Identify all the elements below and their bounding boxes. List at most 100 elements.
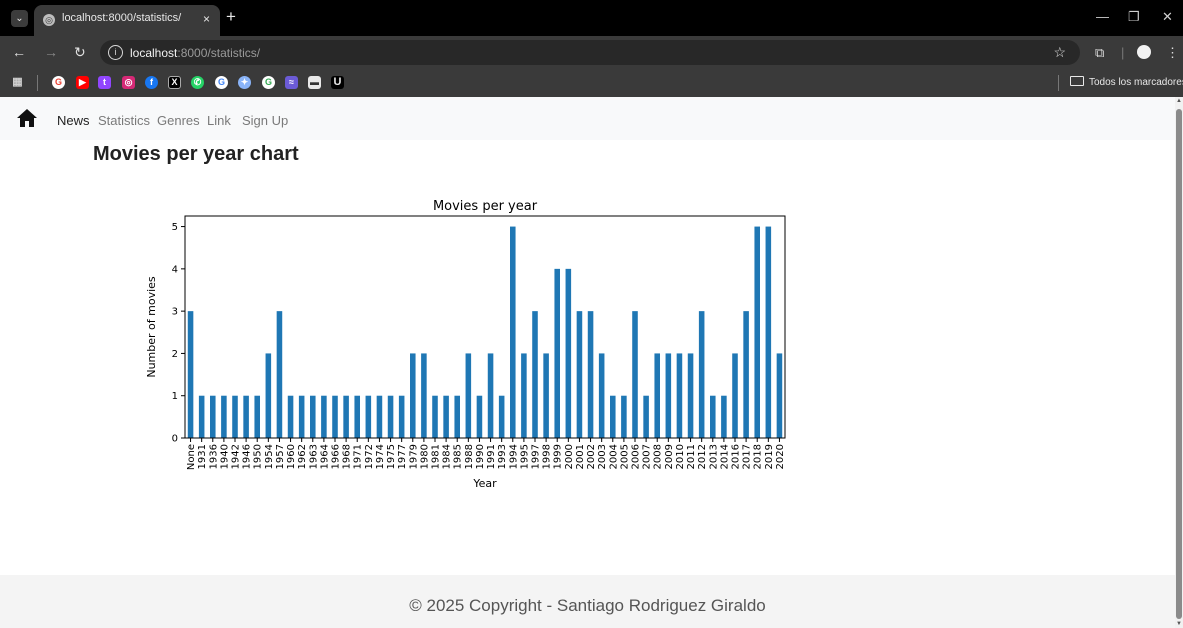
chart-bar [487, 353, 494, 438]
y-tick-label: 5 [172, 222, 178, 233]
nav-link-genres[interactable]: Genres [157, 113, 200, 128]
profile-avatar[interactable] [1137, 45, 1151, 59]
x-tick-label: 1991 [486, 444, 497, 469]
x-tick-label: 2004 [608, 444, 619, 469]
chart-bar [754, 226, 760, 438]
x-tick-label: 1966 [331, 444, 342, 469]
gemini-icon[interactable]: ✦ [238, 76, 251, 89]
x-icon[interactable]: X [168, 76, 181, 89]
page-scrollbar[interactable]: ▲ ▼ [1175, 97, 1183, 628]
scroll-up-icon[interactable]: ▲ [1176, 98, 1182, 104]
url-path: :8000/statistics/ [177, 46, 261, 60]
chart-bar [598, 353, 605, 438]
x-tick-label: 1993 [497, 444, 508, 469]
x-tick-label: 2005 [619, 444, 630, 469]
extensions-icon[interactable]: ⧉ [1095, 45, 1104, 60]
x-tick-label: 1974 [375, 444, 386, 469]
new-tab-button[interactable]: + [226, 8, 236, 26]
whatsapp-icon[interactable]: ✆ [191, 76, 204, 89]
x-tick-label: 2020 [775, 444, 786, 469]
x-tick-label: 1931 [197, 444, 208, 469]
x-tick-label: 1977 [397, 444, 408, 469]
x-tick-label: 2014 [719, 444, 730, 469]
back-icon[interactable]: ← [12, 44, 26, 60]
minimize-icon[interactable]: — [1096, 9, 1109, 24]
chart-bar [476, 395, 483, 438]
tab-search-button[interactable]: ⌄ [11, 10, 28, 27]
chart-bar [376, 395, 383, 438]
x-tick-label: 2009 [664, 444, 675, 469]
url-text: localhost:8000/statistics/ [130, 46, 260, 60]
chart-bar [665, 353, 672, 438]
url-host: localhost [130, 46, 178, 60]
x-tick-label: 2016 [731, 444, 742, 469]
x-tick-label: 2006 [631, 444, 642, 469]
nav-link-sign-up[interactable]: Sign Up [242, 113, 288, 128]
nav-link-news[interactable]: News [57, 113, 90, 128]
x-tick-label: 2010 [675, 444, 686, 469]
x-tick-label: 1972 [364, 444, 375, 469]
tab-close-button[interactable]: × [203, 12, 210, 26]
instagram-icon[interactable]: ◎ [122, 76, 135, 89]
x-tick-label: 2002 [586, 444, 597, 469]
bookmark-star-icon[interactable]: ☆ [1053, 44, 1066, 61]
chart-bar [310, 395, 316, 438]
x-tick-label: 1971 [353, 444, 364, 469]
x-tick-label: 1981 [431, 444, 442, 469]
twitch-icon[interactable]: t [98, 76, 111, 89]
restore-icon[interactable]: ❐ [1128, 9, 1140, 25]
menu-icon[interactable]: ⋮ [1166, 45, 1179, 60]
browser-tab-strip: ⌄ ◎ localhost:8000/statistics/ × + — ❐ ✕ [0, 0, 1183, 36]
chart-bar [532, 311, 538, 438]
google-icon[interactable]: G [262, 76, 275, 89]
google-icon[interactable]: G [52, 76, 65, 89]
home-icon[interactable] [16, 108, 38, 128]
chart-bar [565, 268, 572, 438]
x-tick-label: 2003 [597, 444, 608, 469]
chart-title: Movies per year [433, 199, 538, 214]
chart-bar [198, 395, 205, 438]
monitor-icon[interactable]: ▬ [308, 76, 321, 89]
site-info-icon[interactable]: i [108, 45, 123, 60]
x-tick-label: 1936 [208, 444, 219, 469]
x-tick-label: 1964 [319, 444, 330, 469]
reload-icon[interactable]: ↻ [74, 44, 86, 60]
chart-bar [265, 353, 272, 438]
chart-bar [321, 395, 327, 438]
chart-bar [298, 395, 305, 438]
x-tick-label: 1957 [275, 444, 286, 469]
chart-bar [276, 311, 283, 438]
x-tick-label: 1998 [542, 444, 553, 469]
chart-bar [743, 311, 749, 438]
y-tick-label: 0 [172, 434, 178, 445]
forward-icon[interactable]: → [44, 44, 58, 60]
close-window-icon[interactable]: ✕ [1162, 9, 1173, 25]
apps-grid-icon[interactable]: ▦ [11, 76, 24, 89]
movies-per-year-chart: Movies per year Year Number of movies 0 1… [145, 199, 786, 490]
nav-link-statistics[interactable]: Statistics [98, 113, 150, 128]
chart-bar [187, 311, 194, 438]
nav-link-link[interactable]: Link [207, 113, 231, 128]
chart-bar [398, 395, 405, 438]
x-tick-label: 2017 [742, 444, 753, 469]
y-tick-label: 3 [172, 307, 178, 318]
chart-bar [776, 353, 783, 438]
address-bar[interactable]: i localhost:8000/statistics/ ☆ [100, 40, 1080, 65]
x-tick-label: 1968 [342, 444, 353, 469]
chart-bar [621, 395, 627, 438]
folder-icon [1070, 76, 1084, 86]
chart-bar [543, 353, 549, 438]
facebook-icon[interactable]: f [145, 76, 158, 89]
browser-tab[interactable]: ◎ localhost:8000/statistics/ × [34, 5, 220, 36]
x-tick-label: 1979 [408, 444, 419, 469]
youtube-icon[interactable]: ▶ [76, 76, 89, 89]
scroll-down-icon[interactable]: ▼ [1176, 621, 1182, 627]
chart-bar [254, 395, 260, 438]
google-icon[interactable]: G [215, 76, 228, 89]
scrollbar-thumb[interactable] [1176, 109, 1182, 619]
lapse-icon[interactable]: ≈ [285, 76, 298, 89]
chart-bar [676, 353, 683, 438]
all-bookmarks-folder[interactable]: Todos los marcadores [1070, 76, 1183, 88]
u-icon[interactable]: U [331, 76, 344, 89]
bookmarks-bar: ▦ G ▶ t ◎ f X ✆ G ✦ G ≈ ▬ U Todos los ma… [0, 69, 1183, 97]
